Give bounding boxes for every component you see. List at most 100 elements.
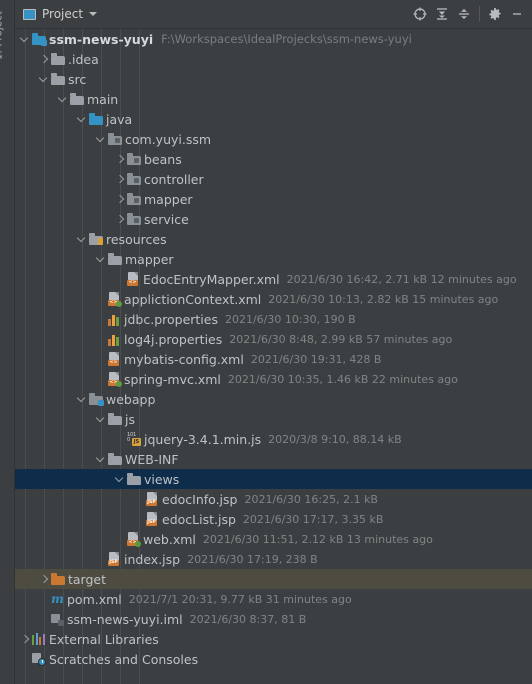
- file-metadata: 2021/6/30 19:31, 428 B: [250, 352, 382, 366]
- chevron-right-icon[interactable]: [116, 195, 125, 204]
- package-icon: [127, 193, 141, 205]
- project-toolbar: Project: [15, 0, 532, 29]
- maven-file-icon: m: [51, 591, 64, 606]
- folder-icon: [70, 93, 84, 105]
- tree-row[interactable]: ssm-news-yuyi F:\Workspaces\IdealProjecks…: [15, 29, 532, 49]
- tree-row[interactable]: ssm-news-yuyi.iml 2021/6/30 8:37, 81 B: [15, 609, 532, 629]
- tree-row[interactable]: beans: [15, 149, 532, 169]
- tree-row[interactable]: JSP edocInfo.jsp 2021/6/30 16:25, 2.1 kB: [15, 489, 532, 509]
- tree-row-label: edocInfo.jsp: [162, 491, 238, 507]
- tree-row[interactable]: jdbc.properties 2021/6/30 10:30, 190 B: [15, 309, 532, 329]
- chevron-right-icon[interactable]: [40, 55, 49, 64]
- tree-row-label: pom.xml: [67, 591, 122, 607]
- collapse-all-button[interactable]: [453, 3, 475, 25]
- tree-row[interactable]: resources: [15, 229, 532, 249]
- tree-row[interactable]: mapper: [15, 249, 532, 269]
- external-libraries-icon: [32, 633, 46, 645]
- tree-row-label: jquery-3.4.1.min.js: [144, 431, 262, 447]
- project-tree[interactable]: ssm-news-yuyi F:\Workspaces\IdealProjecks…: [15, 29, 532, 684]
- tree-row[interactable]: js: [15, 409, 532, 429]
- xml-file-icon: <>: [108, 352, 121, 366]
- iml-file-icon: [51, 613, 64, 626]
- tree-row[interactable]: <> applictionContext.xml 2021/6/30 10:13, …: [15, 289, 532, 309]
- tree-row[interactable]: m pom.xml 2021/7/1 20:31, 9.77 kB 31 minut…: [15, 589, 532, 609]
- chevron-down-icon[interactable]: [97, 455, 106, 464]
- tree-row[interactable]: log4j.properties 2021/6/30 8:48, 2.99 kB …: [15, 329, 532, 349]
- package-icon: [127, 153, 141, 165]
- tree-row-label: .idea: [68, 51, 99, 67]
- tree-row[interactable]: target: [15, 569, 532, 589]
- tree-arrow-placeholder: [40, 595, 49, 604]
- tree-row[interactable]: JSP index.jsp 2021/6/30 17:19, 238 B: [15, 549, 532, 569]
- chevron-down-icon[interactable]: [97, 415, 106, 424]
- gear-icon: [489, 8, 501, 20]
- collapse-all-icon: [459, 9, 469, 19]
- chevron-down-icon[interactable]: [59, 95, 68, 104]
- file-metadata: 2021/6/30 10:13, 2.82 kB 15 minutes ago: [268, 292, 499, 306]
- tree-row[interactable]: webapp: [15, 389, 532, 409]
- chevron-right-icon[interactable]: [116, 215, 125, 224]
- folder-icon: [108, 413, 122, 425]
- select-opened-file-button[interactable]: [409, 3, 431, 25]
- tree-row-label: WEB-INF: [125, 451, 179, 467]
- chevron-right-icon[interactable]: [21, 635, 30, 644]
- file-metadata: 2021/7/1 20:31, 9.77 kB 31 minutes ago: [128, 592, 352, 606]
- tree-row[interactable]: Scratches and Consoles: [15, 649, 532, 669]
- file-metadata: 2021/6/30 8:37, 81 B: [189, 612, 307, 626]
- tree-row-label: src: [68, 71, 87, 87]
- folder-icon: [51, 53, 65, 65]
- chevron-down-icon[interactable]: [78, 395, 87, 404]
- tree-row[interactable]: java: [15, 109, 532, 129]
- tree-row-label: com.yuyi.ssm: [125, 131, 212, 147]
- chevron-right-icon[interactable]: [40, 575, 49, 584]
- project-stripe-label: 1: Project: [0, 10, 5, 61]
- scratches-icon: [32, 652, 46, 666]
- tree-row[interactable]: <> EdocEntryMapper.xml 2021/6/30 16:42, 2.…: [15, 269, 532, 289]
- tree-row[interactable]: <> mybatis-config.xml 2021/6/30 19:31, 428…: [15, 349, 532, 369]
- tree-arrow-placeholder: [116, 275, 125, 284]
- tree-row[interactable]: src: [15, 69, 532, 89]
- tree-row[interactable]: External Libraries: [15, 629, 532, 649]
- chevron-down-icon[interactable]: [97, 255, 106, 264]
- package-icon: [127, 173, 141, 185]
- expand-all-icon: [437, 8, 447, 20]
- chevron-right-icon[interactable]: [116, 175, 125, 184]
- chevron-down-icon[interactable]: [78, 235, 87, 244]
- tree-arrow-placeholder: [97, 355, 106, 364]
- project-view-selector[interactable]: Project: [23, 7, 98, 21]
- chevron-down-icon[interactable]: [40, 75, 49, 84]
- tree-row[interactable]: views: [15, 469, 532, 489]
- tree-row[interactable]: .idea: [15, 49, 532, 69]
- tree-row[interactable]: <> spring-mvc.xml 2021/6/30 10:35, 1.46 kB…: [15, 369, 532, 389]
- tree-row[interactable]: <> web.xml 2021/6/30 11:51, 2.12 kB 13 min…: [15, 529, 532, 549]
- folder-icon: [108, 253, 122, 265]
- chevron-down-icon[interactable]: [97, 135, 106, 144]
- chevron-down-icon[interactable]: [21, 35, 30, 44]
- tree-row-label: edocList.jsp: [162, 511, 236, 527]
- tree-row[interactable]: com.yuyi.ssm: [15, 129, 532, 149]
- tree-row-label: main: [87, 91, 119, 107]
- chevron-down-icon[interactable]: [89, 12, 98, 16]
- tree-row-label: controller: [144, 171, 204, 187]
- tree-row[interactable]: service: [15, 209, 532, 229]
- tree-row[interactable]: JSP edocList.jsp 2021/6/30 17:17, 3.35 kB: [15, 509, 532, 529]
- tree-row[interactable]: main: [15, 89, 532, 109]
- expand-all-button[interactable]: [431, 3, 453, 25]
- project-tool-window: 1: Project Project ssm-news-yuyi F:\Work…: [0, 0, 532, 684]
- tree-row-label: mapper: [125, 251, 174, 267]
- jsp-file-icon: JSP: [108, 552, 121, 566]
- settings-button[interactable]: [484, 3, 506, 25]
- tree-row[interactable]: 101 0 JS jquery-3.4.1.min.js 2020/3/8 9:10, …: [15, 429, 532, 449]
- tree-row[interactable]: WEB-INF: [15, 449, 532, 469]
- hide-button[interactable]: [506, 3, 528, 25]
- tree-row-label: target: [68, 571, 107, 587]
- chevron-down-icon[interactable]: [78, 115, 87, 124]
- chevron-down-icon[interactable]: [116, 475, 125, 484]
- tree-arrow-placeholder: [116, 435, 125, 444]
- tree-row[interactable]: controller: [15, 169, 532, 189]
- tree-row[interactable]: mapper: [15, 189, 532, 209]
- spring-xml-file-icon: <>: [108, 372, 122, 387]
- properties-file-icon: [108, 313, 121, 326]
- chevron-right-icon[interactable]: [116, 155, 125, 164]
- tree-row-label: resources: [106, 231, 167, 247]
